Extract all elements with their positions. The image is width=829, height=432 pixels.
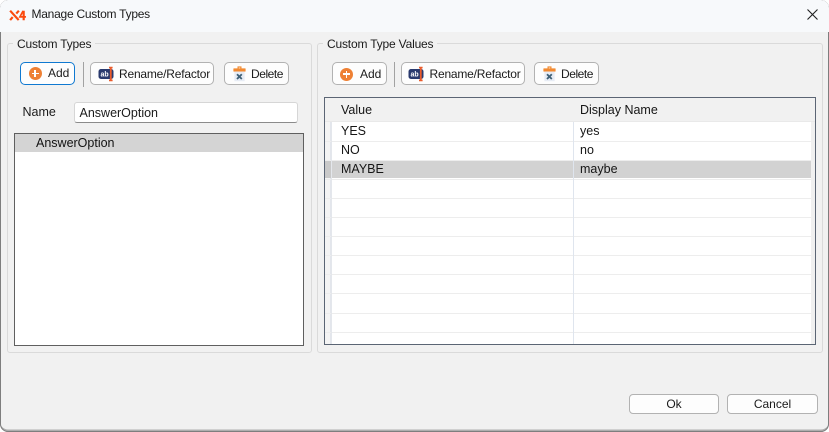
svg-text:ab: ab	[411, 71, 419, 78]
svg-text:ab: ab	[100, 71, 108, 78]
